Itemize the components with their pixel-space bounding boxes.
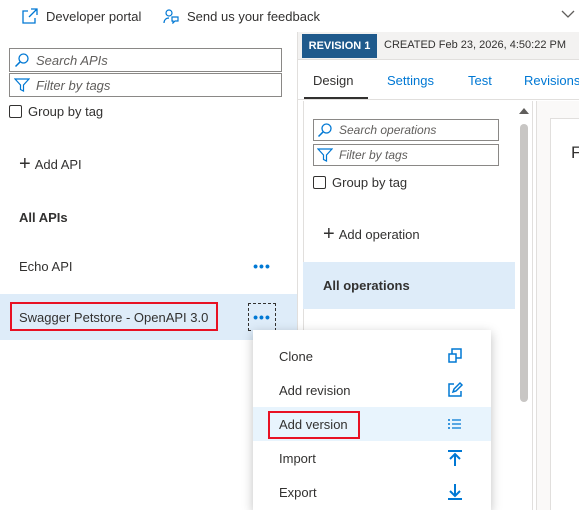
design-frontend-heading: F <box>571 143 579 162</box>
all-operations-item[interactable]: All operations <box>303 262 515 309</box>
menu-item-label: Export <box>279 484 317 500</box>
tab-design[interactable]: Design <box>313 73 353 88</box>
group-by-tag-row[interactable]: Group by tag <box>9 104 103 119</box>
menu-item-clone[interactable]: Clone <box>253 339 491 373</box>
api-row-echo[interactable]: Echo API ••• <box>0 243 297 289</box>
menu-item-label: Clone <box>279 348 313 364</box>
all-apis-heading: All APIs <box>19 210 68 225</box>
import-icon <box>446 449 464 467</box>
filter-icon <box>14 78 30 92</box>
menu-item-export[interactable]: Export <box>253 475 491 509</box>
add-api-button[interactable]: + Add API <box>19 154 82 174</box>
feedback-link[interactable]: Send us your feedback <box>163 6 320 26</box>
list-icon <box>446 415 464 433</box>
tab-bar: Design Settings Test Revisions <box>298 60 579 100</box>
tab-settings[interactable]: Settings <box>387 73 434 88</box>
revision-bar: REVISION 1 CREATED Feb 23, 2026, 4:50:22… <box>298 32 579 60</box>
external-link-icon <box>22 8 38 24</box>
filter-operations-input[interactable] <box>339 148 489 162</box>
developer-portal-link[interactable]: Developer portal <box>22 6 141 26</box>
more-options-icon[interactable]: ••• <box>248 303 276 331</box>
api-name: Echo API <box>19 258 73 274</box>
export-icon <box>446 483 464 501</box>
design-content-frame <box>550 118 579 510</box>
highlight-box-add-version <box>268 411 360 439</box>
top-toolbar: Developer portal Send us your feedback <box>0 0 579 32</box>
filter-tags-input[interactable] <box>36 77 266 93</box>
all-operations-label: All operations <box>323 278 410 293</box>
filter-operations-input-box[interactable] <box>313 144 499 166</box>
search-icon <box>317 123 332 138</box>
search-apis-input-box[interactable] <box>9 48 282 72</box>
menu-item-add-revision[interactable]: Add revision <box>253 373 491 407</box>
tab-revisions[interactable]: Revisions <box>524 73 579 88</box>
plus-icon: + <box>323 223 335 245</box>
feedback-label: Send us your feedback <box>187 8 320 24</box>
ops-group-by-tag-label: Group by tag <box>332 175 408 190</box>
filter-icon <box>317 148 333 162</box>
revision-created-text: CREATED Feb 23, 2026, 4:50:22 PM <box>384 39 566 51</box>
tab-test[interactable]: Test <box>468 73 492 88</box>
plus-icon: + <box>19 153 31 175</box>
menu-item-import[interactable]: Import <box>253 441 491 475</box>
search-apis-input[interactable] <box>36 52 266 68</box>
add-operation-label: Add operation <box>338 226 420 242</box>
add-operation-button[interactable]: + Add operation <box>323 224 420 244</box>
ops-group-by-tag-row[interactable]: Group by tag <box>313 175 407 190</box>
clone-icon <box>446 347 464 365</box>
active-tab-indicator <box>304 97 368 99</box>
chevron-down-icon[interactable] <box>561 7 575 21</box>
search-icon <box>14 53 29 68</box>
menu-item-label: Add revision <box>279 382 351 398</box>
ops-group-by-tag-checkbox[interactable] <box>313 176 326 189</box>
operations-scrollbar[interactable] <box>520 124 528 402</box>
menu-item-label: Import <box>279 450 316 466</box>
group-by-tag-label: Group by tag <box>28 104 104 119</box>
edit-icon <box>446 381 464 399</box>
more-options-icon[interactable]: ••• <box>251 255 273 277</box>
revision-badge[interactable]: REVISION 1 <box>302 34 377 58</box>
feedback-icon <box>163 9 179 24</box>
group-by-tag-checkbox[interactable] <box>9 105 22 118</box>
add-api-label: Add API <box>34 156 82 172</box>
developer-portal-label: Developer portal <box>46 8 142 24</box>
highlight-box-api <box>10 302 218 331</box>
scroll-up-arrow-icon[interactable] <box>519 108 529 114</box>
filter-tags-input-box[interactable] <box>9 73 282 97</box>
search-operations-input[interactable] <box>339 123 489 137</box>
search-operations-input-box[interactable] <box>313 119 499 141</box>
